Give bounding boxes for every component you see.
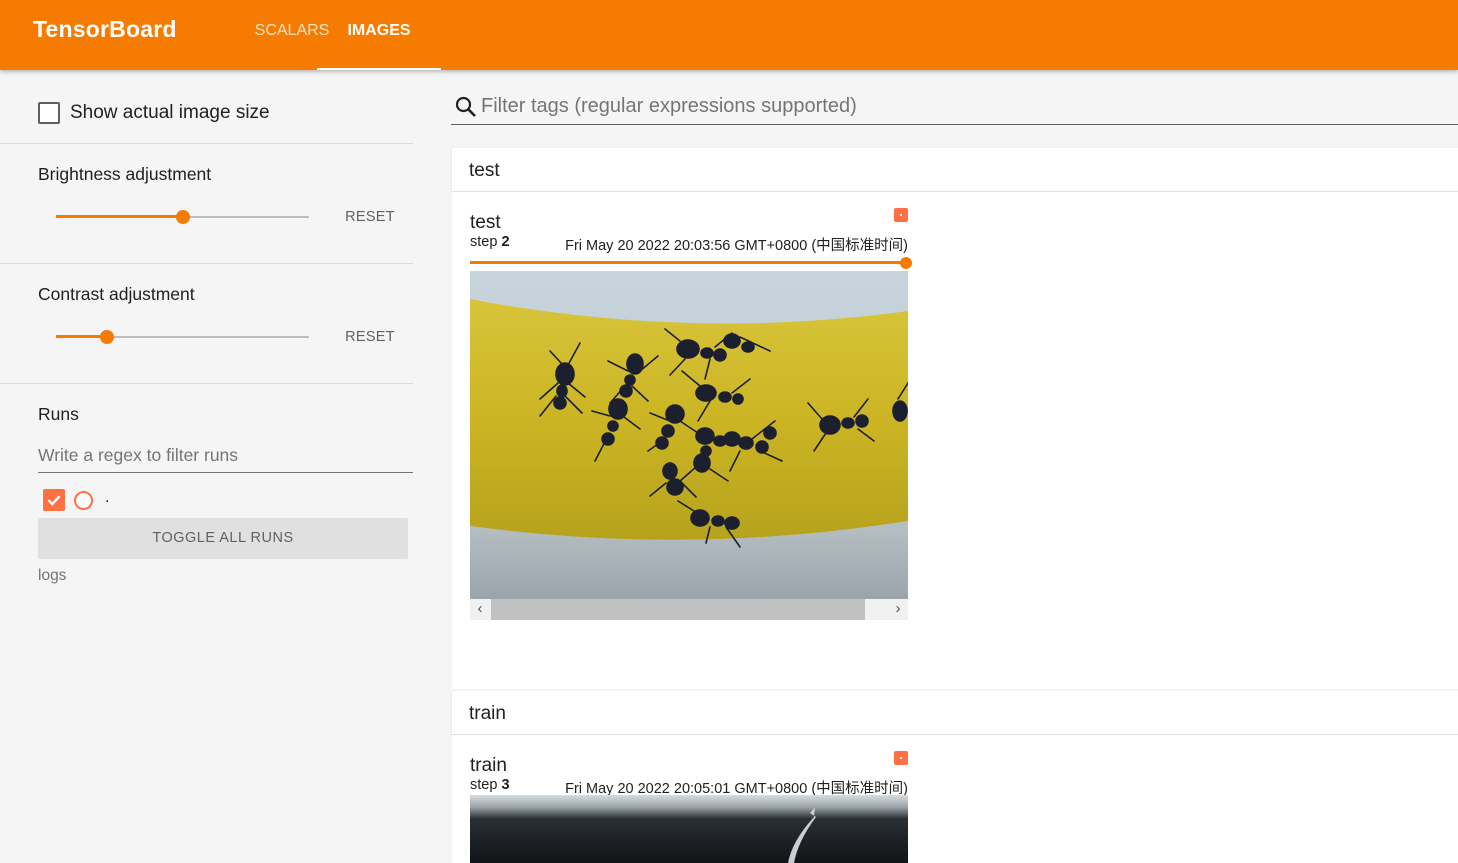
scroll-left-icon[interactable]: ‹ [470,599,490,620]
sidebar: Show actual image size Brightness adjust… [0,70,413,863]
slider-thumb[interactable] [99,330,114,344]
runs-title: Runs [38,404,79,424]
logdir-label: logs [38,567,67,584]
check-icon [47,495,61,506]
step-value: 2 [501,234,510,250]
tag-filter-input[interactable]: Filter tags (regular expressions support… [481,95,857,118]
step-value: 3 [501,777,510,793]
run-color-badge[interactable] [894,208,908,222]
group-header-train[interactable]: train [452,691,1458,735]
contrast-section: Contrast adjustment RESET [0,264,413,384]
card-timestamp: Fri May 20 2022 20:03:56 GMT+0800 (中国标准时… [565,238,908,254]
step-slider-fill [470,261,908,264]
toggle-all-runs-button[interactable]: TOGGLE ALL RUNS [38,518,408,559]
slider-fill [56,215,183,218]
run-name: . [105,489,110,506]
contrast-title: Contrast adjustment [38,284,195,304]
checkbox-box[interactable] [38,102,60,124]
app-title: TensorBoard [33,16,177,42]
top-app-bar: TensorBoard SCALARS IMAGES [0,0,1458,70]
image-card-test: test step 2 Fri May 20 2022 20:03:56 GMT… [470,208,912,272]
step-slider[interactable] [470,257,912,269]
ants-on-yellow-image [470,271,908,599]
train-image-drawing [470,795,908,863]
scroll-right-icon[interactable]: › [888,599,908,620]
runs-filter-input[interactable]: Write a regex to filter runs [38,443,413,473]
show-size-section: Show actual image size [0,70,413,144]
brightness-title: Brightness adjustment [38,164,212,184]
scrollbar-thumb[interactable] [491,599,865,620]
card-tag: test [470,212,501,233]
card-step: step 3 [470,777,510,793]
card-step: step 2 [470,234,510,250]
tag-filter[interactable]: Filter tags (regular expressions support… [451,90,1458,125]
show-actual-size-label: Show actual image size [70,102,270,123]
group-title: test [469,160,500,181]
run-radio-button[interactable] [74,490,93,510]
tab-images[interactable]: IMAGES [317,0,441,70]
ants-image-drawing [470,271,908,599]
step-label: step [470,234,498,250]
brightness-section: Brightness adjustment RESET [0,144,413,264]
brightness-slider[interactable] [56,207,309,227]
card-tag: train [470,755,507,776]
contrast-reset-button[interactable]: RESET [338,329,402,345]
image-horizontal-scrollbar[interactable]: ‹ › [470,599,908,620]
group-header-test[interactable]: test [452,148,1458,192]
group-title: train [469,703,506,724]
run-item: . [43,489,109,511]
run-color-badge[interactable] [894,751,908,765]
slider-thumb[interactable] [175,210,190,224]
brightness-reset-button[interactable]: RESET [338,209,402,225]
dark-photo-image [470,795,908,863]
contrast-slider[interactable] [56,327,309,347]
image-card-train: train step 3 Fri May 20 2022 20:05:01 GM… [470,751,908,797]
step-label: step [470,777,498,793]
run-checkbox[interactable] [43,489,65,511]
show-actual-size-checkbox[interactable]: Show actual image size [38,102,270,124]
search-icon [455,96,476,117]
step-slider-thumb[interactable] [900,257,912,269]
